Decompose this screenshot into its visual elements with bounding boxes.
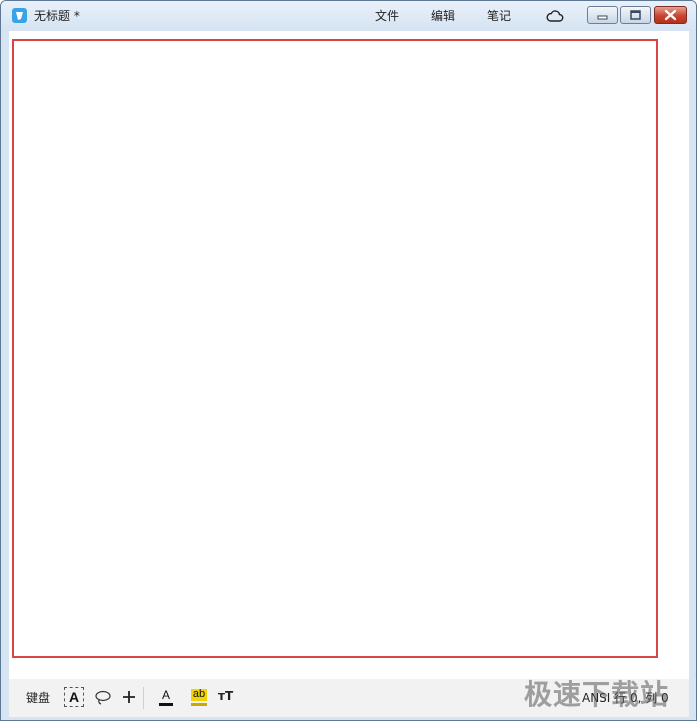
font-size-button[interactable]: тT xyxy=(218,689,233,703)
writing-canvas[interactable] xyxy=(12,39,658,658)
menu-edit[interactable]: 编辑 xyxy=(431,7,455,24)
highlight-label: ab xyxy=(192,688,206,700)
font-color-button[interactable]: A xyxy=(159,688,173,706)
maximize-icon xyxy=(630,10,641,20)
plus-icon[interactable] xyxy=(121,689,137,709)
maximize-button[interactable] xyxy=(620,6,651,24)
editor-area: 键盘 A A ab тT ANSI 行 0, 列 0 xyxy=(9,31,689,717)
watermark-text: 极速下载站 xyxy=(524,678,670,711)
cloud-icon[interactable] xyxy=(546,8,564,27)
toolbar-divider xyxy=(143,687,144,709)
title-bar[interactable]: 无标题 * 文件 编辑 笔记 xyxy=(1,1,696,31)
menu-notes[interactable]: 笔记 xyxy=(487,7,511,24)
app-window: 无标题 * 文件 编辑 笔记 键盘 A A ab тT ANSI 行 0, 列 … xyxy=(0,0,697,721)
lasso-icon[interactable] xyxy=(94,690,112,710)
keyboard-button[interactable]: 键盘 xyxy=(26,689,50,706)
close-icon xyxy=(664,9,677,21)
text-tool-button[interactable]: A xyxy=(64,687,84,707)
close-button[interactable] xyxy=(654,6,687,24)
minimize-button[interactable] xyxy=(587,6,618,24)
font-color-swatch xyxy=(159,703,173,706)
highlight-underline xyxy=(191,703,207,706)
menu-file[interactable]: 文件 xyxy=(375,7,399,24)
window-title: 无标题 * xyxy=(34,9,80,23)
app-logo-icon xyxy=(12,8,27,23)
minimize-icon xyxy=(597,15,608,20)
font-color-label: A xyxy=(161,688,170,702)
highlight-button[interactable]: ab xyxy=(191,688,207,706)
